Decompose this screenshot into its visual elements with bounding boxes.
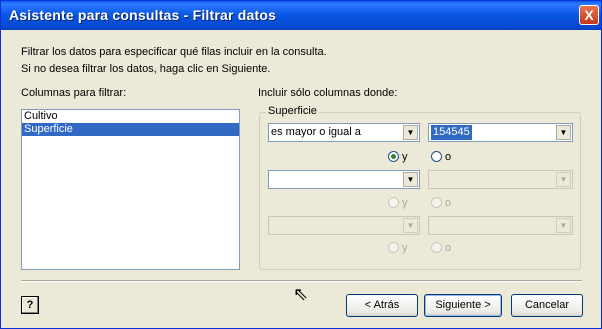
radio-dot-icon <box>388 151 399 162</box>
radio-and-3: y <box>388 242 408 254</box>
instruction-line-1: Filtrar los datos para especificar qué f… <box>21 46 327 58</box>
radio-or-3-label: o <box>445 242 452 254</box>
chevron-down-icon: ▼ <box>403 218 418 233</box>
value-select-1-value: 154545 <box>431 125 472 140</box>
mouse-pointer-icon: ⇖ <box>293 284 309 304</box>
chevron-down-icon[interactable]: ▼ <box>403 125 418 140</box>
radio-and-2: y <box>388 197 408 209</box>
title-bar[interactable]: Asistente para consultas - Filtrar datos… <box>1 1 601 30</box>
back-button[interactable]: < Atrás <box>346 294 418 317</box>
columns-label: Columnas para filtrar: <box>21 87 127 99</box>
radio-and-2-label: y <box>402 197 408 209</box>
radio-and-1-label: y <box>402 151 408 163</box>
radio-dot-icon <box>431 197 442 208</box>
radio-or-3: o <box>431 242 451 254</box>
radio-or-2-label: o <box>445 197 452 209</box>
radio-dot-icon <box>388 242 399 253</box>
chevron-down-icon: ▼ <box>556 218 571 233</box>
value-select-3: ▼ <box>428 216 573 235</box>
radio-dot-icon <box>388 197 399 208</box>
radio-or-1-label: o <box>445 151 452 163</box>
chevron-down-icon[interactable]: ▼ <box>556 125 571 140</box>
separator <box>21 280 582 282</box>
cancel-button[interactable]: Cancelar <box>511 294 583 317</box>
query-wizard-window: Asistente para consultas - Filtrar datos… <box>0 0 602 329</box>
instruction-line-2: Si no desea filtrar los datos, haga clic… <box>21 63 271 75</box>
radio-and-3-label: y <box>402 242 408 254</box>
criteria-group-title: Superficie <box>266 105 319 117</box>
help-button[interactable]: ? <box>21 296 39 314</box>
window-title: Asistente para consultas - Filtrar datos <box>9 7 277 23</box>
chevron-down-icon: ▼ <box>556 172 571 187</box>
next-button[interactable]: Siguiente > <box>424 294 502 317</box>
operator-select-1[interactable]: es mayor o igual a ▼ <box>268 123 420 142</box>
radio-or-2: o <box>431 197 451 209</box>
list-item-cultivo[interactable]: Cultivo <box>22 110 239 123</box>
columns-listbox[interactable]: Cultivo Superficie <box>21 109 240 270</box>
criteria-label: Incluir sólo columnas donde: <box>258 87 398 99</box>
close-button[interactable]: X <box>579 5 599 25</box>
operator-select-2[interactable]: ▼ <box>268 170 420 189</box>
value-select-2: ▼ <box>428 170 573 189</box>
radio-dot-icon <box>431 242 442 253</box>
value-select-1[interactable]: 154545 ▼ <box>428 123 573 142</box>
radio-and-1[interactable]: y <box>388 151 408 163</box>
radio-or-1[interactable]: o <box>431 151 451 163</box>
chevron-down-icon[interactable]: ▼ <box>403 172 418 187</box>
operator-select-3: ▼ <box>268 216 420 235</box>
list-item-superficie[interactable]: Superficie <box>22 123 239 136</box>
radio-dot-icon <box>431 151 442 162</box>
operator-select-1-value: es mayor o igual a <box>271 126 361 138</box>
